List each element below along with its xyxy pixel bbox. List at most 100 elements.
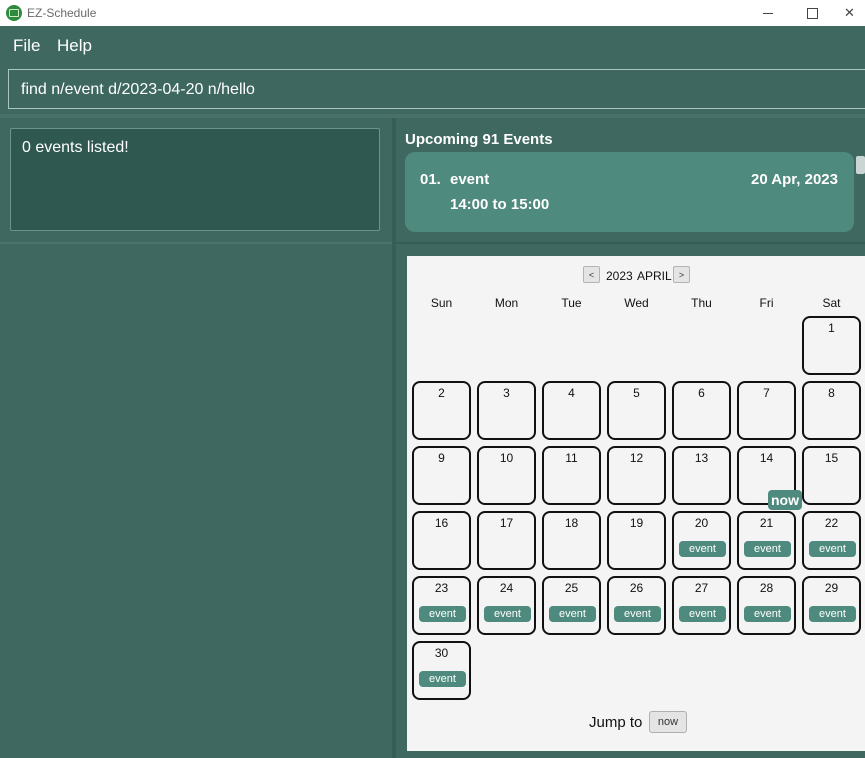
day-number: 23 — [434, 581, 449, 595]
event-badge[interactable]: event — [744, 606, 791, 622]
calendar-day-cell[interactable]: 9 — [412, 446, 471, 505]
calendar-day-cell[interactable]: 27 event — [672, 576, 731, 635]
event-badge[interactable]: event — [614, 606, 661, 622]
maximize-button[interactable] — [790, 0, 834, 26]
close-button[interactable] — [834, 0, 865, 26]
event-badge[interactable]: event — [809, 606, 856, 622]
weekday-label: Thu — [691, 296, 712, 310]
day-number: 4 — [568, 386, 575, 400]
calendar-day-cell[interactable]: 3 — [477, 381, 536, 440]
calendar-day-cell[interactable]: 25 event — [542, 576, 601, 635]
calendar-day-cell[interactable]: 12 — [607, 446, 666, 505]
event-badge[interactable]: event — [679, 606, 726, 622]
calendar-day-cell[interactable]: 13 — [672, 446, 731, 505]
day-number: 2 — [438, 386, 445, 400]
day-number: 7 — [763, 386, 770, 400]
day-number: 12 — [629, 451, 644, 465]
day-number: 6 — [698, 386, 705, 400]
jump-to-label: Jump to — [589, 714, 643, 731]
menu-file[interactable]: File — [13, 36, 40, 56]
day-number: 28 — [759, 581, 774, 595]
day-number: 21 — [759, 516, 774, 530]
command-box — [8, 69, 865, 109]
title-bar: EZ-Schedule — [0, 0, 865, 26]
event-badge[interactable]: event — [809, 541, 856, 557]
weekday-label: Sun — [430, 296, 453, 310]
calendar-day-cell[interactable]: 30 event — [412, 641, 471, 700]
calendar-day-cell[interactable]: 16 — [412, 511, 471, 570]
result-message: 0 events listed! — [22, 139, 129, 156]
event-badge[interactable]: event — [484, 606, 531, 622]
calendar-app-icon — [6, 5, 22, 21]
now-indicator: now — [768, 490, 802, 510]
calendar-month: APRIL — [637, 269, 672, 283]
day-number: 17 — [499, 516, 514, 530]
window-title: EZ-Schedule — [27, 6, 97, 20]
calendar-day-cell[interactable]: 21 event — [737, 511, 796, 570]
calendar-day-cell[interactable]: 26 event — [607, 576, 666, 635]
previous-month-button[interactable]: < — [583, 266, 600, 283]
day-number: 18 — [564, 516, 579, 530]
scrollbar[interactable] — [856, 156, 865, 174]
menu-bar: File Help — [0, 26, 865, 64]
calendar-day-cell[interactable]: 8 — [802, 381, 861, 440]
event-index: 01. — [420, 171, 441, 188]
calendar-day-cell[interactable]: 20 event — [672, 511, 731, 570]
day-number: 13 — [694, 451, 709, 465]
calendar-day-cell[interactable]: 29 event — [802, 576, 861, 635]
event-date: 20 Apr, 2023 — [750, 171, 838, 188]
day-number: 9 — [438, 451, 445, 465]
weekday-label: Wed — [624, 296, 649, 310]
calendar-day-cell[interactable]: 10 — [477, 446, 536, 505]
calendar-day-cell[interactable]: 15 — [802, 446, 861, 505]
event-badge[interactable]: event — [744, 541, 791, 557]
minimize-button[interactable] — [746, 0, 790, 26]
upcoming-events-title: Upcoming 91 Events — [405, 131, 553, 148]
calendar-day-cell[interactable]: 11 — [542, 446, 601, 505]
calendar: < 2023 APRIL > Sun Mon Tue Wed Thu Fri S… — [407, 256, 865, 751]
weekday-label: Sat — [822, 296, 841, 310]
calendar-day-cell[interactable]: 2 — [412, 381, 471, 440]
result-display: 0 events listed! — [10, 128, 380, 231]
event-badge[interactable]: event — [679, 541, 726, 557]
calendar-day-cell[interactable]: 4 — [542, 381, 601, 440]
calendar-day-cell[interactable]: 19 — [607, 511, 666, 570]
event-badge[interactable]: event — [419, 671, 466, 687]
menu-help[interactable]: Help — [57, 36, 92, 56]
day-number: 8 — [828, 386, 835, 400]
event-badge[interactable]: event — [549, 606, 596, 622]
calendar-day-cell[interactable]: 5 — [607, 381, 666, 440]
next-month-button[interactable]: > — [673, 266, 690, 283]
day-number: 10 — [499, 451, 514, 465]
event-badge[interactable]: event — [419, 606, 466, 622]
day-number: 30 — [434, 646, 449, 660]
day-number: 3 — [503, 386, 510, 400]
day-number: 11 — [565, 451, 578, 465]
calendar-day-cell[interactable]: 24 event — [477, 576, 536, 635]
divider — [0, 242, 392, 244]
weekday-label: Mon — [494, 296, 519, 310]
day-number: 22 — [824, 516, 839, 530]
calendar-day-cell[interactable]: 17 — [477, 511, 536, 570]
day-number: 29 — [824, 581, 839, 595]
calendar-day-cell[interactable]: 18 — [542, 511, 601, 570]
command-input[interactable] — [21, 79, 851, 101]
weekday-label: Tue — [561, 296, 582, 310]
day-number: 24 — [499, 581, 514, 595]
calendar-day-cell[interactable]: 23 event — [412, 576, 471, 635]
calendar-day-cell[interactable]: 22 event — [802, 511, 861, 570]
divider — [396, 242, 865, 244]
calendar-day-cell[interactable]: 1 — [802, 316, 861, 375]
calendar-day-cell[interactable]: 28 event — [737, 576, 796, 635]
day-number: 26 — [629, 581, 644, 595]
event-card[interactable]: 01. event 20 Apr, 2023 14:00 to 15:00 — [405, 152, 854, 232]
left-pane: 0 events listed! — [0, 118, 392, 758]
jump-now-button[interactable]: now — [649, 711, 687, 733]
calendar-day-cell[interactable]: 7 — [737, 381, 796, 440]
day-number: 25 — [564, 581, 579, 595]
calendar-day-cell[interactable]: 6 — [672, 381, 731, 440]
upcoming-events-panel: Upcoming 91 Events 01. event 20 Apr, 202… — [396, 118, 865, 242]
day-number: 16 — [434, 516, 449, 530]
day-number: 1 — [828, 321, 835, 335]
day-number: 27 — [694, 581, 709, 595]
